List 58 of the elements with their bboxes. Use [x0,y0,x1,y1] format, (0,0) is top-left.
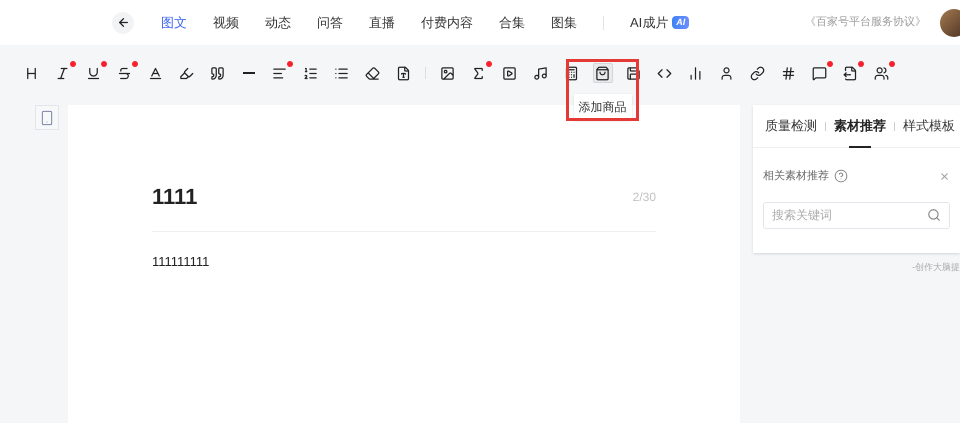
footer-note: -创作大脑提 [912,261,960,274]
back-button[interactable] [112,12,134,34]
close-icon[interactable] [939,170,950,182]
nav-tab[interactable]: 合集 [499,12,525,32]
article-body[interactable]: 111111111 [152,252,656,272]
music-icon [533,66,548,80]
back-icon [116,16,130,29]
hash-icon [781,66,796,80]
strikethrough-icon [117,66,132,80]
nav-tab[interactable]: 直播 [369,12,395,32]
person-icon [719,66,734,80]
search-input[interactable]: 搜索关键词 [772,206,927,224]
nav-tab[interactable]: 付费内容 [421,12,473,32]
bag-icon [595,66,610,80]
sigma-icon [471,66,486,80]
nav-tab[interactable]: 视频 [213,12,239,32]
ai-badge: AI [672,16,690,29]
title-counter: 2/30 [632,188,656,206]
image-icon [440,66,455,80]
nav-tab[interactable]: 动态 [265,12,291,32]
bar-chart-icon [688,66,703,80]
tooltip: 添加商品 [574,94,632,120]
ai-tab[interactable]: AI成片 AI [630,12,690,32]
toolbar-button[interactable] [810,63,830,83]
nav-tab[interactable]: 问答 [317,12,343,32]
avatar[interactable] [940,8,960,36]
link-icon [750,66,765,80]
mobile-preview-button[interactable] [35,105,59,130]
file-icon [396,66,411,80]
file-export-icon [843,66,858,80]
highlighter-icon [179,66,194,80]
save-icon [626,66,641,80]
search-field[interactable]: 搜索关键词 [763,202,950,228]
section-title: 相关素材推荐 [763,168,829,184]
help-icon[interactable] [834,169,848,184]
panel-tab[interactable]: 样式模板 [903,104,955,148]
panel-tab[interactable]: 质量检测 [765,104,817,148]
nav-tab[interactable]: 图集 [551,12,577,32]
font-color-icon [148,66,163,80]
underline-icon [86,66,101,80]
ordered-list-icon [303,66,318,80]
nav-tab[interactable]: 图文 [161,12,187,32]
phone-icon [39,110,55,126]
comment-icon [812,66,827,80]
toolbar-button[interactable] [840,63,860,83]
eraser-icon [365,66,380,80]
panel-tab[interactable]: 素材推荐 [834,104,886,148]
users-icon [874,66,889,80]
align-left-icon [272,66,287,80]
list-icon [334,66,349,80]
play-icon [502,66,517,80]
minus-icon [242,72,254,74]
italic-icon [55,66,70,80]
search-icon[interactable] [927,208,941,222]
toolbar-button[interactable] [592,63,612,83]
heading-icon [24,66,39,80]
article-title[interactable]: 1111 [152,180,198,213]
quote-icon [210,66,225,80]
